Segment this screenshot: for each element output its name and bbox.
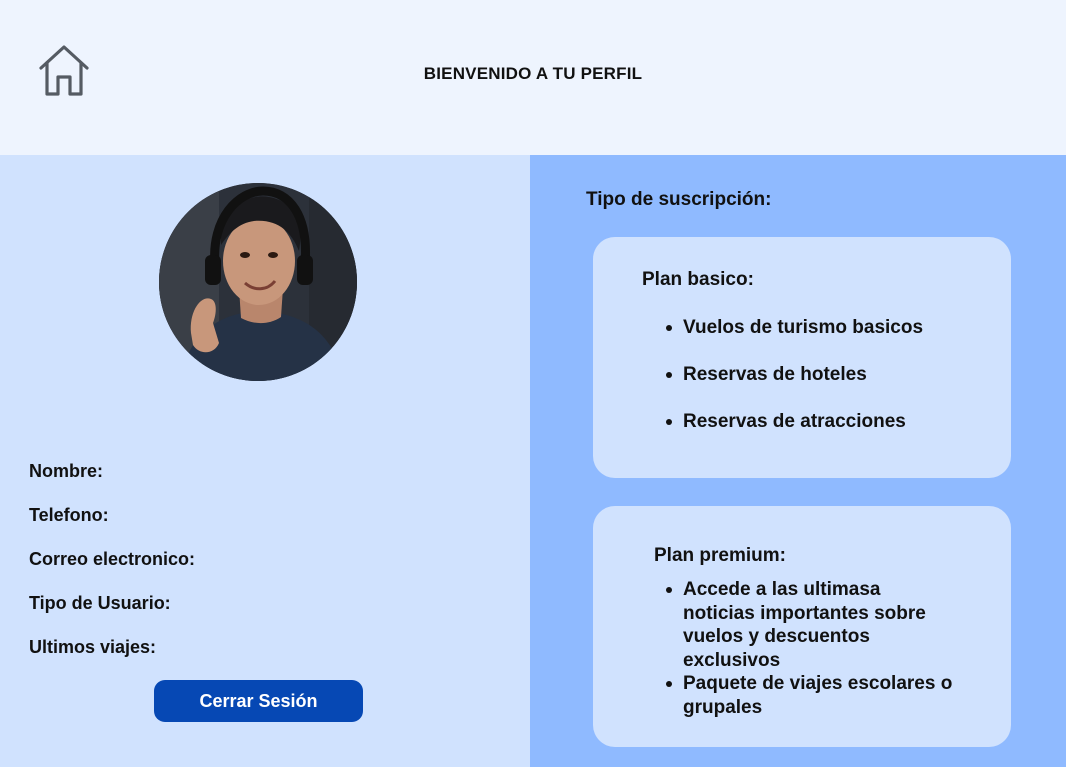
list-item: Reservas de atracciones [656,410,923,434]
field-nombre: Nombre: [29,461,104,481]
field-correo: Correo electronico: [29,549,196,569]
list-item: Accede a las ultimasa noticias important… [656,578,956,672]
plan-card-basic[interactable]: Plan basico: Vuelos de turismo basicos R… [593,237,1011,478]
plan-name: Plan premium: [654,545,786,566]
page-title: BIENVENIDO A TU PERFIL [423,64,643,83]
list-item: Reservas de hoteles [656,363,923,387]
list-item: Paquete de viajes escolares o grupales [656,672,956,719]
header: BIENVENIDO A TU PERFIL [0,0,1066,155]
plan-name: Plan basico: [642,269,754,290]
plan-card-premium[interactable]: Plan premium: Accede a las ultimasa noti… [593,506,1011,747]
field-telefono: Telefono: [29,505,109,525]
plan-features: Accede a las ultimasa noticias important… [656,578,956,719]
plan-features: Vuelos de turismo basicos Reservas de ho… [656,316,923,457]
subscription-title: Tipo de suscripción: [586,189,772,210]
field-ultimos-viajes: Ultimos viajes: [29,637,157,657]
avatar-photo [159,183,357,381]
list-item: Vuelos de turismo basicos [656,316,923,340]
logout-button[interactable]: Cerrar Sesión [154,680,363,722]
profile-panel: Nombre: Telefono: Correo electronico: Ti… [0,155,530,767]
subscription-panel: Tipo de suscripción: Plan basico: Vuelos… [530,155,1066,767]
avatar [159,183,357,381]
field-tipo-usuario: Tipo de Usuario: [29,593,171,613]
